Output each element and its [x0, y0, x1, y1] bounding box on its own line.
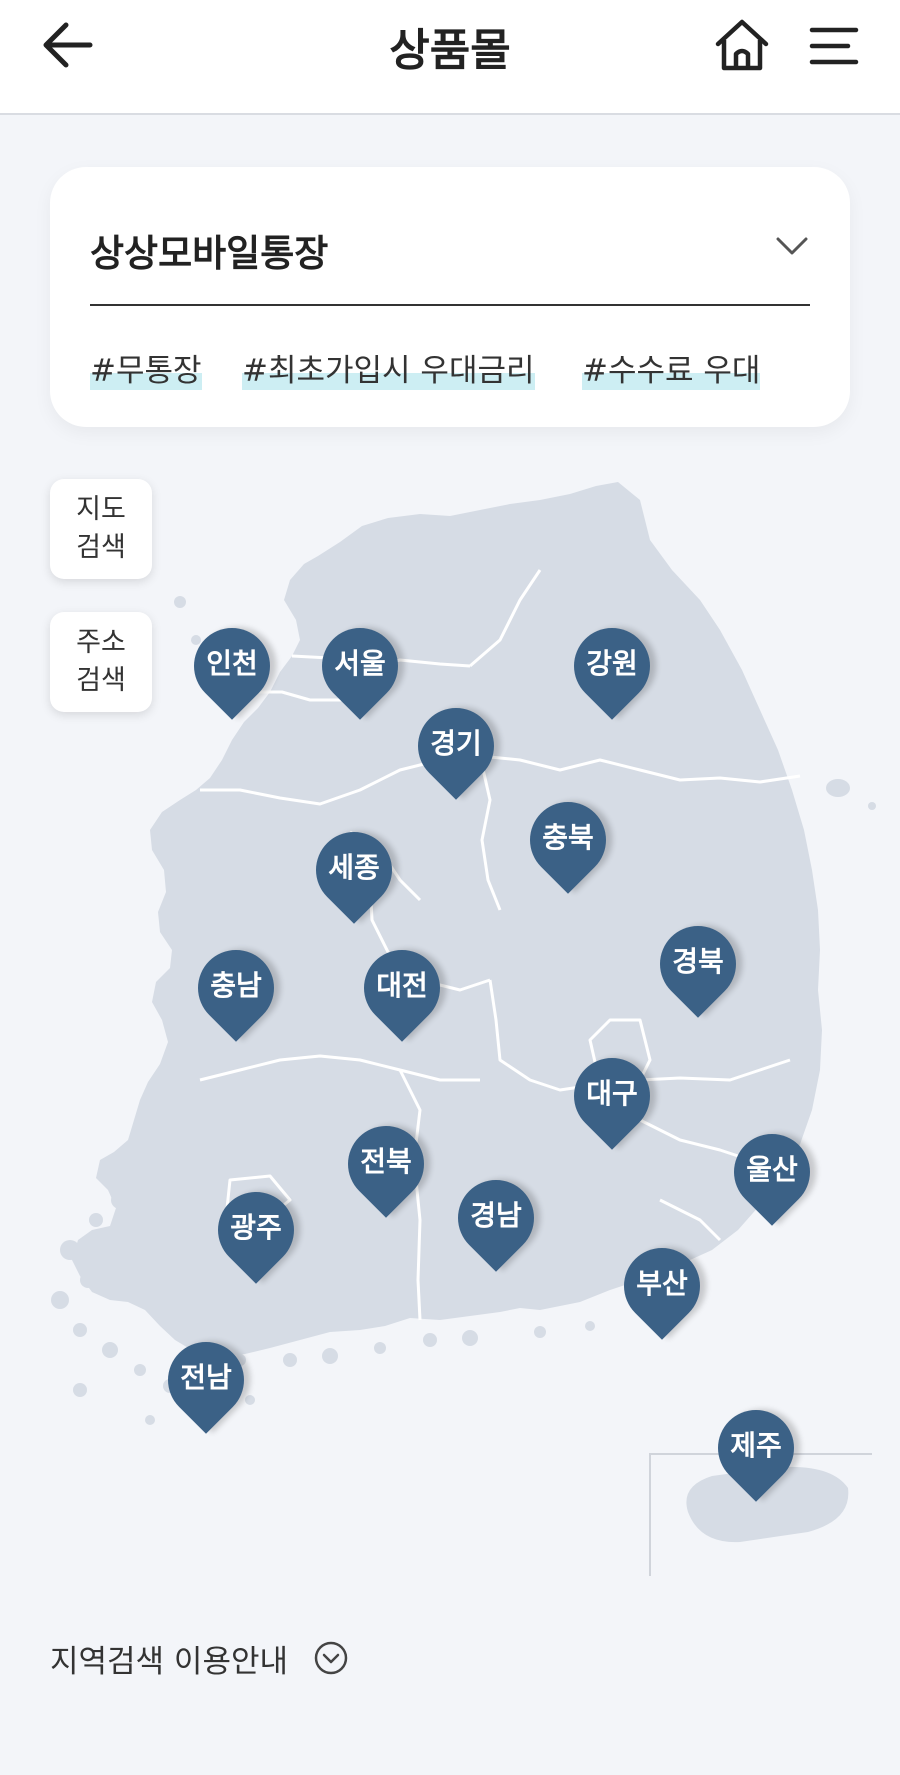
region-label: 전남 — [180, 1361, 232, 1394]
region-pin-jeonbuk[interactable]: 전북 — [332, 1110, 440, 1222]
chevron-down-icon — [776, 237, 808, 255]
card-divider — [90, 304, 810, 306]
region-label: 전북 — [360, 1145, 412, 1178]
region-label: 강원 — [586, 647, 638, 680]
tag-item[interactable]: #수수료 우대 — [582, 345, 761, 390]
guide-label: 지역검색 이용안내 — [50, 1643, 289, 1680]
region-label: 광주 — [230, 1211, 282, 1244]
product-card: 상상모바일통장 #무통장 #최초가입시 우대금리 #수수료 우대 — [50, 167, 850, 427]
region-pin-jeju[interactable]: 제주 — [702, 1394, 810, 1506]
region-pin-incheon[interactable]: 인천 — [178, 612, 286, 724]
region-pin-chungnam[interactable]: 충남 — [182, 934, 290, 1046]
region-pin-jeonnam[interactable]: 전남 — [152, 1326, 260, 1438]
region-label: 부산 — [636, 1267, 688, 1300]
mainland-shape — [72, 482, 822, 1358]
region-pin-ulsan[interactable]: 울산 — [718, 1118, 826, 1230]
app-header: 상품몰 — [0, 0, 900, 115]
region-search-guide[interactable]: 지역검색 이용안내 — [50, 1636, 348, 1680]
region-pin-daegu[interactable]: 대구 — [558, 1042, 666, 1154]
circle-chevron-down-icon — [314, 1641, 348, 1675]
hamburger-menu-icon — [809, 27, 859, 65]
home-icon — [715, 19, 769, 71]
region-label: 대전 — [376, 969, 428, 1002]
region-pin-seoul[interactable]: 서울 — [306, 612, 414, 724]
product-dropdown-button[interactable] — [772, 227, 812, 267]
region-pin-gyeongbuk[interactable]: 경북 — [644, 910, 752, 1022]
region-label: 세종 — [328, 851, 380, 884]
region-pin-gyeongnam[interactable]: 경남 — [442, 1164, 550, 1276]
region-pin-gangwon[interactable]: 강원 — [558, 612, 666, 724]
korea-map: 인천 서울 강원 경기 충북 세종 충남 대전 경북 대구 울산 전북 경남 광… — [0, 460, 900, 1600]
region-label: 경남 — [470, 1199, 522, 1232]
region-label: 울산 — [746, 1153, 798, 1186]
home-button[interactable] — [712, 16, 772, 76]
region-pin-sejong[interactable]: 세종 — [300, 816, 408, 928]
region-pin-busan[interactable]: 부산 — [608, 1232, 716, 1344]
region-pin-chungbuk[interactable]: 충북 — [514, 786, 622, 898]
region-pin-gyeonggi[interactable]: 경기 — [402, 692, 510, 804]
tag-item[interactable]: #무통장 — [90, 345, 202, 390]
menu-button[interactable] — [808, 20, 860, 72]
region-label: 충북 — [542, 821, 594, 854]
tag-item[interactable]: #최초가입시 우대금리 — [242, 345, 535, 390]
region-label: 서울 — [334, 647, 386, 680]
region-label: 대구 — [586, 1077, 638, 1110]
region-pin-gwangju[interactable]: 광주 — [202, 1176, 310, 1288]
region-label: 인천 — [206, 647, 258, 680]
region-label: 경북 — [672, 945, 724, 978]
region-pin-daejeon[interactable]: 대전 — [348, 934, 456, 1046]
product-name: 상상모바일통장 — [90, 232, 329, 275]
region-label: 충남 — [210, 969, 262, 1002]
region-label: 제주 — [730, 1429, 782, 1462]
region-label: 경기 — [430, 727, 482, 760]
